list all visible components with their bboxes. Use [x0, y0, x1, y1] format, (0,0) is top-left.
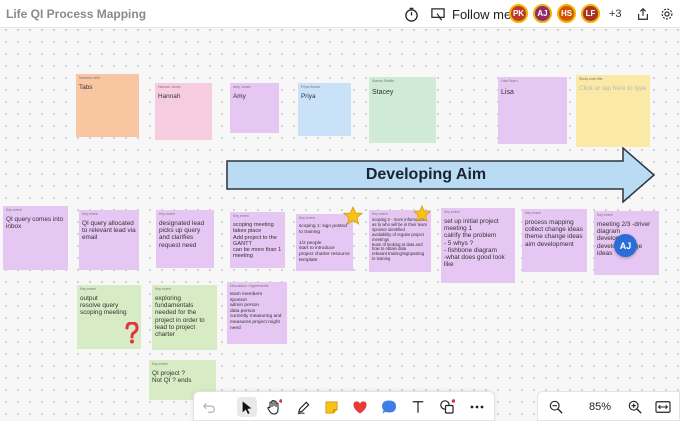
pen-icon[interactable] — [293, 397, 313, 417]
sticky-note-new[interactable]: Sticky note title Click or tap here to t… — [576, 75, 650, 147]
note-text: Tabs — [79, 84, 93, 91]
note-author: Amy Jones — [233, 85, 251, 89]
zoom-level[interactable]: 85% — [585, 401, 615, 413]
timer-icon[interactable] — [402, 5, 420, 23]
note-tag: Key event — [152, 362, 168, 366]
note-text: scoping 2 - more information as to who w… — [372, 217, 427, 262]
collaborator-cursor-avatar: AJ — [614, 234, 637, 257]
arrow-label: Developing Aim — [365, 166, 487, 183]
note-tag: Key event — [159, 212, 175, 216]
shapes-icon[interactable] — [437, 397, 457, 417]
sticky-note-icon[interactable] — [321, 397, 341, 417]
note-text: QI query comes into inbox — [6, 216, 64, 231]
hand-icon[interactable] — [264, 397, 284, 417]
settings-icon[interactable] — [658, 5, 676, 23]
note-title: Sticky note title — [579, 77, 603, 81]
note-text: QI project ? Not QI ? ends — [152, 370, 192, 385]
discussion-note[interactable]: Discussion / Agreements team members spo… — [227, 282, 287, 344]
sticky-note[interactable]: Hannah Jones Hannah — [155, 83, 212, 140]
avatar-initials: LF — [585, 9, 596, 18]
zoom-out-icon[interactable] — [546, 397, 566, 417]
sticky-note[interactable]: Lisa Fearn Lisa — [498, 77, 567, 144]
process-step-note[interactable]: Key event set up initial project meeting… — [441, 208, 515, 283]
note-text: team members sponsor admin person data p… — [230, 292, 282, 331]
note-text: scoping 1: sign posted to training 1/2 p… — [299, 224, 350, 263]
note-text: designated lead picks up query and clari… — [159, 220, 205, 249]
note-tag: Key event — [525, 211, 541, 215]
note-tag: Key event — [155, 287, 171, 291]
collaborator-avatar[interactable]: AJ — [533, 4, 552, 23]
note-text: scoping meeting takes place Add project … — [233, 222, 282, 260]
more-collaborators-count[interactable]: +3 — [609, 8, 622, 20]
cursor-initials: AJ — [619, 240, 632, 251]
top-bar: Life QI Process Mapping Follow me PK AJ … — [0, 0, 680, 28]
process-step-note[interactable]: Key event designated lead picks up query… — [156, 210, 214, 268]
process-step-note[interactable]: Key event QI query allocated to relevant… — [79, 210, 139, 270]
developing-aim-arrow[interactable]: Developing Aim — [226, 147, 656, 203]
collaborator-avatar[interactable]: LF — [581, 4, 600, 23]
note-text: Amy — [233, 93, 246, 100]
star-sticker-icon[interactable] — [343, 206, 363, 226]
collaborator-avatar[interactable]: PK — [509, 4, 528, 23]
follow-me-button[interactable]: Follow me — [452, 7, 511, 22]
note-author: Priya Kumar — [301, 85, 321, 89]
avatar-initials: HS — [560, 9, 573, 18]
note-text: QI query allocated to relevant lead via … — [82, 220, 136, 242]
heart-reaction-icon[interactable] — [350, 397, 370, 417]
note-author: Lisa Fearn — [501, 79, 518, 83]
note-text: process mapping collect change ideas the… — [525, 219, 583, 248]
note-author: Stacey Shellis — [372, 79, 394, 83]
fit-to-screen-icon[interactable] — [653, 397, 673, 417]
share-icon[interactable] — [634, 5, 652, 23]
note-tag: Discussion / Agreements — [230, 284, 269, 288]
sticky-note[interactable]: Amy Jones Amy — [230, 83, 279, 133]
star-sticker-icon[interactable] — [413, 205, 431, 223]
note-tag: Key event — [6, 208, 22, 212]
note-author: Natasha Wild — [79, 76, 100, 80]
avatar-initials: PK — [512, 9, 525, 18]
note-text: exploring fundamentals needed for the pr… — [155, 295, 205, 339]
note-tag: Key event — [233, 214, 249, 218]
zoom-in-icon[interactable] — [625, 397, 645, 417]
note-text: Lisa — [501, 89, 514, 96]
note-tag: Key event — [82, 212, 98, 216]
sticky-note[interactable]: Stacey Shellis Stacey — [369, 77, 436, 143]
note-text: Stacey — [372, 89, 394, 96]
text-icon[interactable] — [408, 397, 428, 417]
more-icon[interactable] — [467, 397, 487, 417]
note-text: Hannah — [158, 93, 181, 100]
note-placeholder-text[interactable]: Click or tap here to type — [579, 85, 647, 92]
creation-toolbar — [193, 391, 495, 421]
note-tag: Key event — [80, 287, 96, 291]
present-icon[interactable] — [429, 5, 447, 23]
note-tag: Key event — [444, 210, 460, 214]
question-mark-sticker-icon[interactable] — [124, 322, 140, 344]
note-text: Priya — [301, 93, 316, 100]
board-title: Life QI Process Mapping — [6, 7, 147, 21]
process-step-note[interactable]: Key event process mapping collect change… — [522, 209, 587, 272]
process-step-note[interactable]: Key event QI query comes into inbox — [3, 206, 68, 270]
outcome-note[interactable]: Key event exploring fundamentals needed … — [152, 285, 217, 350]
comment-icon[interactable] — [379, 397, 399, 417]
undo-icon[interactable] — [199, 397, 219, 417]
select-icon[interactable] — [237, 397, 257, 417]
zoom-controls: 85% — [537, 391, 680, 421]
note-author: Hannah Jones — [158, 85, 181, 89]
avatar-initials: AJ — [537, 9, 548, 18]
sticky-note[interactable]: Priya Kumar Priya — [298, 83, 351, 136]
note-text: set up initial project meeting 1 calrify… — [444, 218, 505, 269]
process-step-note[interactable]: Key event scoping meeting takes place Ad… — [230, 212, 285, 268]
sticky-note[interactable]: Natasha Wild Tabs — [76, 74, 139, 137]
note-tag: Key event — [597, 213, 613, 217]
collaborator-avatar[interactable]: HS — [557, 4, 576, 23]
note-text: output resolve query scoping meeting — [80, 295, 127, 317]
